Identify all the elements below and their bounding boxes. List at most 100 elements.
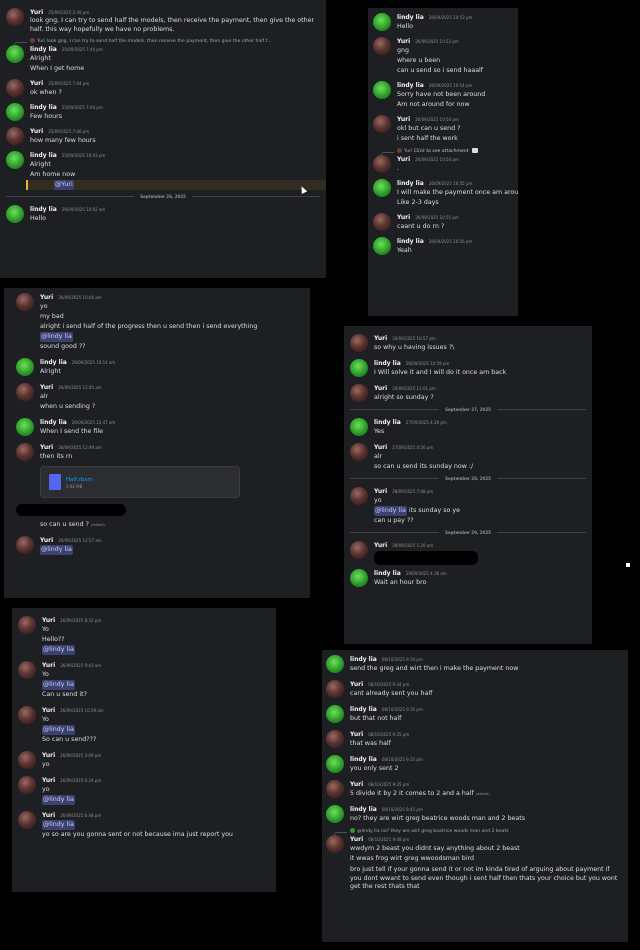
username[interactable]: Yuri	[42, 751, 55, 760]
avatar[interactable]	[350, 384, 368, 402]
avatar[interactable]	[350, 487, 368, 505]
avatar[interactable]	[16, 293, 34, 311]
username[interactable]: lindy lia	[374, 418, 401, 427]
username[interactable]: Yuri	[40, 536, 53, 545]
mention[interactable]: @lindy lia	[42, 645, 75, 655]
username[interactable]: lindy lia	[397, 179, 424, 188]
username[interactable]: lindy lia	[397, 237, 424, 246]
username[interactable]: Yuri	[350, 780, 363, 789]
avatar[interactable]	[326, 780, 344, 798]
username[interactable]: Yuri	[40, 443, 53, 452]
username[interactable]: Yuri	[30, 8, 43, 17]
username[interactable]: Yuri	[374, 384, 387, 393]
avatar[interactable]	[16, 443, 34, 461]
mention[interactable]: @Yuri	[54, 180, 74, 190]
username[interactable]: lindy lia	[397, 13, 424, 22]
username[interactable]: Yuri	[42, 776, 55, 785]
avatar[interactable]	[6, 45, 24, 63]
username[interactable]: lindy lia	[374, 569, 401, 578]
avatar[interactable]	[6, 103, 24, 121]
username[interactable]: Yuri	[42, 616, 55, 625]
avatar[interactable]	[6, 151, 24, 169]
username[interactable]: Yuri	[350, 835, 363, 844]
username[interactable]: lindy lia	[30, 151, 57, 160]
reply-preview[interactable]: Yuri Click to see attachment	[373, 148, 513, 155]
username[interactable]: lindy lia	[397, 81, 424, 90]
mention[interactable]: @lindy lia	[374, 506, 407, 516]
avatar[interactable]	[326, 705, 344, 723]
avatar[interactable]	[326, 680, 344, 698]
username[interactable]: lindy lia	[350, 755, 377, 764]
avatar[interactable]	[350, 334, 368, 352]
avatar[interactable]	[373, 237, 391, 255]
username[interactable]: Yuri	[374, 443, 387, 452]
username[interactable]: Yuri	[374, 541, 387, 550]
avatar[interactable]	[373, 13, 391, 31]
avatar[interactable]	[16, 418, 34, 436]
avatar[interactable]	[18, 616, 36, 634]
avatar[interactable]	[18, 776, 36, 794]
mention[interactable]: @lindy lia	[42, 680, 75, 690]
avatar[interactable]	[326, 755, 344, 773]
avatar[interactable]	[18, 706, 36, 724]
avatar[interactable]	[16, 358, 34, 376]
username[interactable]: Yuri	[350, 680, 363, 689]
avatar[interactable]	[16, 383, 34, 401]
username[interactable]: Yuri	[42, 706, 55, 715]
avatar[interactable]	[18, 751, 36, 769]
avatar[interactable]	[18, 661, 36, 679]
avatar[interactable]	[6, 8, 24, 26]
avatar[interactable]	[16, 536, 34, 554]
username[interactable]: Yuri	[397, 155, 410, 164]
reply-preview[interactable]: @lindy lia no? they are wirt greg beatri…	[326, 828, 623, 835]
avatar[interactable]	[6, 205, 24, 223]
avatar[interactable]	[6, 79, 24, 97]
avatar[interactable]	[373, 155, 391, 173]
username[interactable]: Yuri	[397, 115, 410, 124]
username[interactable]: lindy lia	[30, 103, 57, 112]
mention[interactable]: @lindy lia	[42, 725, 75, 735]
username[interactable]: lindy lia	[350, 705, 377, 714]
mention[interactable]: @lindy lia	[42, 795, 75, 805]
avatar[interactable]	[373, 213, 391, 231]
file-name-link[interactable]: Half.rbxm	[66, 476, 93, 484]
avatar[interactable]	[18, 811, 36, 829]
username[interactable]: lindy lia	[40, 418, 67, 427]
username[interactable]: Yuri	[350, 730, 363, 739]
mention[interactable]: @lindy lia	[40, 545, 73, 555]
avatar[interactable]	[326, 835, 344, 853]
username[interactable]: lindy lia	[30, 45, 57, 54]
username[interactable]: Yuri	[397, 37, 410, 46]
username[interactable]: lindy lia	[350, 655, 377, 664]
avatar[interactable]	[350, 443, 368, 461]
mention[interactable]: @lindy lia	[42, 820, 75, 830]
avatar[interactable]	[373, 81, 391, 99]
avatar[interactable]	[326, 805, 344, 823]
username[interactable]: Yuri	[30, 79, 43, 88]
reply-preview[interactable]: Yuri look gng, I can try to send half th…	[6, 38, 320, 45]
avatar[interactable]	[6, 127, 24, 145]
username[interactable]: Yuri	[40, 293, 53, 302]
avatar[interactable]	[373, 115, 391, 133]
avatar[interactable]	[350, 418, 368, 436]
avatar[interactable]	[350, 359, 368, 377]
username[interactable]: lindy lia	[40, 358, 67, 367]
username[interactable]: lindy lia	[374, 359, 401, 368]
username[interactable]: Yuri	[397, 213, 410, 222]
username[interactable]: lindy lia	[350, 805, 377, 814]
file-attachment[interactable]: Half.rbxm 3.92 MB	[40, 466, 240, 498]
username[interactable]: Yuri	[42, 661, 55, 670]
avatar[interactable]	[350, 541, 368, 559]
mention[interactable]: @lindy lia	[40, 332, 73, 342]
username[interactable]: Yuri	[374, 334, 387, 343]
avatar[interactable]	[326, 730, 344, 748]
avatar[interactable]	[326, 655, 344, 673]
username[interactable]: Yuri	[40, 383, 53, 392]
username[interactable]: Yuri	[374, 487, 387, 496]
username[interactable]: Yuri	[42, 811, 55, 820]
avatar[interactable]	[373, 179, 391, 197]
avatar[interactable]	[350, 569, 368, 587]
avatar[interactable]	[373, 37, 391, 55]
username[interactable]: lindy lia	[30, 205, 57, 214]
username[interactable]: Yuri	[30, 127, 43, 136]
